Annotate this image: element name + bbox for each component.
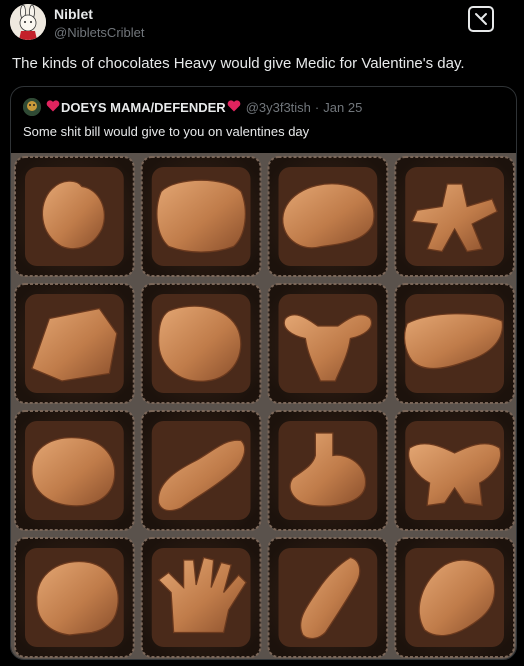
chocolate-pelvis	[394, 410, 515, 531]
post-text: The kinds of chocolates Heavy would give…	[12, 55, 465, 72]
author-avatar[interactable]	[10, 4, 46, 40]
chocolate-eye	[14, 410, 135, 531]
chocolate-brain-top	[140, 156, 262, 277]
meta-separator: ·	[314, 99, 320, 115]
chocolate-uterus	[267, 283, 389, 404]
chocolate-lung	[14, 283, 135, 404]
organ-shape	[36, 560, 119, 636]
heart-icon	[46, 99, 60, 115]
chocolate-hand	[140, 537, 262, 658]
heart-icon	[227, 99, 241, 115]
grok-icon[interactable]	[468, 6, 494, 32]
chocolate-brain-side	[267, 156, 389, 277]
chocolate-skull	[14, 537, 135, 658]
quoted-author-handle[interactable]: @3y3f3tish	[246, 100, 311, 115]
organ-shape	[156, 179, 246, 253]
grok-glyph	[475, 13, 487, 25]
quoted-avatar-image	[23, 98, 41, 116]
chocolate-box-image	[11, 153, 516, 659]
chocolate-lungs	[140, 283, 262, 404]
chocolate-pancreas	[140, 410, 262, 531]
avatar-image	[10, 4, 46, 40]
chocolate-vertebra	[394, 156, 515, 277]
quoted-post-date[interactable]: Jan 25	[323, 100, 362, 115]
quoted-author-name[interactable]: DOEYS MAMA/DEFENDER	[61, 100, 226, 115]
chocolate-stomach	[267, 410, 389, 531]
chocolate-liver	[394, 283, 515, 404]
quoted-post-header: DOEYS MAMA/DEFENDER @3y3f3tish · Jan 25	[23, 98, 362, 116]
author-name[interactable]: Niblet	[54, 6, 145, 23]
quoted-author-avatar[interactable]	[23, 98, 41, 116]
author-info[interactable]: Niblet @NibletsCriblet	[54, 6, 145, 41]
chocolate-heart	[14, 156, 135, 277]
chocolate-box-photo[interactable]	[11, 153, 516, 659]
quoted-post-text: Some shit bill would give to you on vale…	[23, 124, 310, 139]
author-handle[interactable]: @NibletsCriblet	[54, 24, 145, 41]
chocolate-spine	[267, 537, 389, 658]
chocolate-ear	[394, 537, 515, 658]
quoted-post[interactable]: DOEYS MAMA/DEFENDER @3y3f3tish · Jan 25 …	[10, 86, 517, 660]
organ-shape	[31, 437, 116, 507]
organ-shape	[157, 305, 242, 382]
